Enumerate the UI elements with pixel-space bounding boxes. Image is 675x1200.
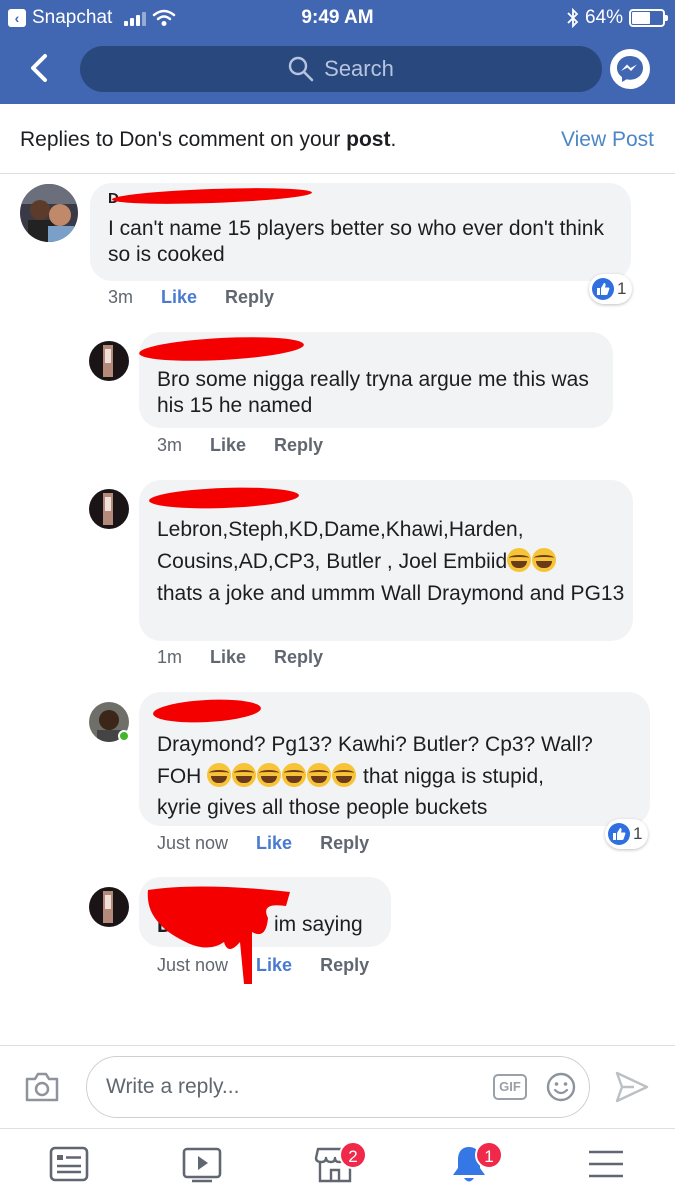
context-suffix: . xyxy=(390,128,397,151)
comment-time: 1m xyxy=(157,647,183,667)
camera-icon[interactable] xyxy=(24,1071,60,1103)
laughing-emoji-icon xyxy=(207,763,232,787)
laughing-emoji-icon xyxy=(232,763,257,787)
gif-button[interactable]: GIF xyxy=(493,1074,527,1100)
status-right: 64% xyxy=(567,7,668,29)
menu-icon[interactable] xyxy=(583,1141,629,1187)
like-button[interactable]: Like xyxy=(161,287,197,308)
comment-bubble[interactable]: Draymond? Pg13? Kawhi? Butler? Cp3? Wall… xyxy=(139,692,650,826)
comment-time: Just now xyxy=(157,833,229,853)
laughing-emoji-icon xyxy=(532,548,557,572)
comment-time: 3m xyxy=(108,287,134,307)
comment-text: Bro some nigga really tryna argue me thi… xyxy=(157,368,589,417)
comment-bubble[interactable]: Lebron,Steph,KD,Dame,Khawi,Harden, Cousi… xyxy=(139,480,633,641)
comment-text-line: kyrie gives all those people buckets xyxy=(157,796,488,819)
comment-actions: Just now Like Reply xyxy=(157,833,369,854)
like-button[interactable]: Like xyxy=(210,647,246,668)
reply-button[interactable]: Reply xyxy=(225,287,274,308)
avatar[interactable] xyxy=(20,184,78,242)
comment-text: Lebron,Steph,KD,Dame,Khawi,Harden, Cousi… xyxy=(157,514,627,607)
bluetooth-icon xyxy=(567,8,579,28)
like-button[interactable]: Like xyxy=(256,833,292,854)
emoji-icon[interactable] xyxy=(545,1071,577,1103)
context-text: Replies to Don's comment on your post. xyxy=(20,128,396,152)
reply-input[interactable]: Write a reply... GIF xyxy=(86,1056,590,1118)
redaction xyxy=(148,485,300,511)
comment-actions: 3m Like Reply xyxy=(157,435,323,456)
comment-text: Draymond? Pg13? Kawhi? Butler? Cp3? Wall… xyxy=(157,729,647,821)
context-post-link[interactable]: post xyxy=(346,128,390,151)
comment-text-fragment: Cousins,AD,CP3, Butler , Joel Embiid xyxy=(157,550,508,573)
reaction-count[interactable]: 1 xyxy=(605,819,649,849)
comment-text-fragment: FOH xyxy=(157,765,208,788)
online-status-dot xyxy=(118,730,130,742)
comment-text-line: thats a joke and ummm Wall Draymond and … xyxy=(157,582,625,605)
laughing-emoji-icon xyxy=(307,763,332,787)
bottom-tab-bar: 2 1 xyxy=(0,1128,675,1200)
search-icon xyxy=(288,56,314,82)
reaction-count-label: 1 xyxy=(633,824,643,843)
comment-text-line: Cousins,AD,CP3, Butler , Joel Embiid xyxy=(157,546,627,578)
avatar[interactable] xyxy=(89,341,129,381)
redaction xyxy=(138,333,305,365)
reply-button[interactable]: Reply xyxy=(320,955,369,976)
comment-text-fragment: that nigga is stupid, xyxy=(357,765,544,788)
avatar-photo xyxy=(89,887,129,927)
comment-text-line: Draymond? Pg13? Kawhi? Butler? Cp3? Wall… xyxy=(157,733,593,756)
comment-bubble[interactable]: Bro some nigga really tryna argue me thi… xyxy=(138,332,613,428)
like-reaction-icon xyxy=(592,278,614,300)
status-bar: ‹ Snapchat 9:49 AM 64% xyxy=(0,0,675,36)
avatar[interactable] xyxy=(89,489,129,529)
comment-time: Just now xyxy=(157,955,229,975)
comment-actions: 3m Like Reply xyxy=(108,287,274,308)
battery-icon xyxy=(629,9,668,27)
comment-actions: Just now Like Reply xyxy=(157,955,369,976)
reaction-count[interactable]: 1 xyxy=(589,274,633,304)
watch-icon[interactable] xyxy=(179,1141,225,1187)
laughing-emoji-icon xyxy=(257,763,282,787)
laughing-emoji-icon xyxy=(282,763,307,787)
comment-text: I can't name 15 players better so who ev… xyxy=(108,217,604,266)
notifications-badge: 1 xyxy=(475,1141,503,1169)
comment-text-line: Lebron,Steph,KD,Dame,Khawi,Harden, xyxy=(157,518,524,541)
avatar-photo xyxy=(20,184,78,242)
reply-button[interactable]: Reply xyxy=(274,647,323,668)
reply-placeholder: Write a reply... xyxy=(106,1075,240,1098)
marketplace-badge: 2 xyxy=(339,1141,367,1169)
messenger-icon[interactable] xyxy=(609,48,651,90)
avatar-photo xyxy=(89,341,129,381)
top-bar: ‹ Snapchat 9:49 AM 64% Search xyxy=(0,0,675,104)
send-icon[interactable] xyxy=(614,1070,650,1104)
like-reaction-icon xyxy=(608,823,630,845)
back-arrow-icon[interactable] xyxy=(22,50,58,86)
search-placeholder: Search xyxy=(324,56,394,81)
avatar[interactable] xyxy=(89,887,129,927)
avatar-photo xyxy=(89,489,129,529)
search-input[interactable]: Search xyxy=(80,46,602,92)
like-button[interactable]: Like xyxy=(210,435,246,456)
reply-button[interactable]: Reply xyxy=(274,435,323,456)
reply-button[interactable]: Reply xyxy=(320,833,369,854)
reply-context-bar: Replies to Don's comment on your post. V… xyxy=(0,104,675,174)
divider xyxy=(0,1045,675,1046)
laughing-emoji-icon xyxy=(332,763,357,787)
laughing-emoji-group xyxy=(207,763,357,788)
redaction xyxy=(111,185,313,207)
avatar[interactable] xyxy=(89,702,130,742)
redaction xyxy=(152,697,262,725)
comment-actions: 1m Like Reply xyxy=(157,647,323,668)
laughing-emoji-icon xyxy=(507,548,532,572)
view-post-link[interactable]: View Post xyxy=(561,128,654,152)
news-feed-icon[interactable] xyxy=(46,1141,92,1187)
laughing-emoji-group xyxy=(507,548,557,573)
like-button[interactable]: Like xyxy=(256,955,292,976)
battery-percent: 64% xyxy=(584,7,623,28)
comment-text-line: FOH that nigga is stupid, xyxy=(157,761,647,793)
context-prefix: Replies to Don's comment on your xyxy=(20,128,347,151)
comment-time: 3m xyxy=(157,435,183,455)
reaction-count-label: 1 xyxy=(617,279,627,298)
comment-bubble[interactable]: D I can't name 15 players better so who … xyxy=(90,183,631,281)
